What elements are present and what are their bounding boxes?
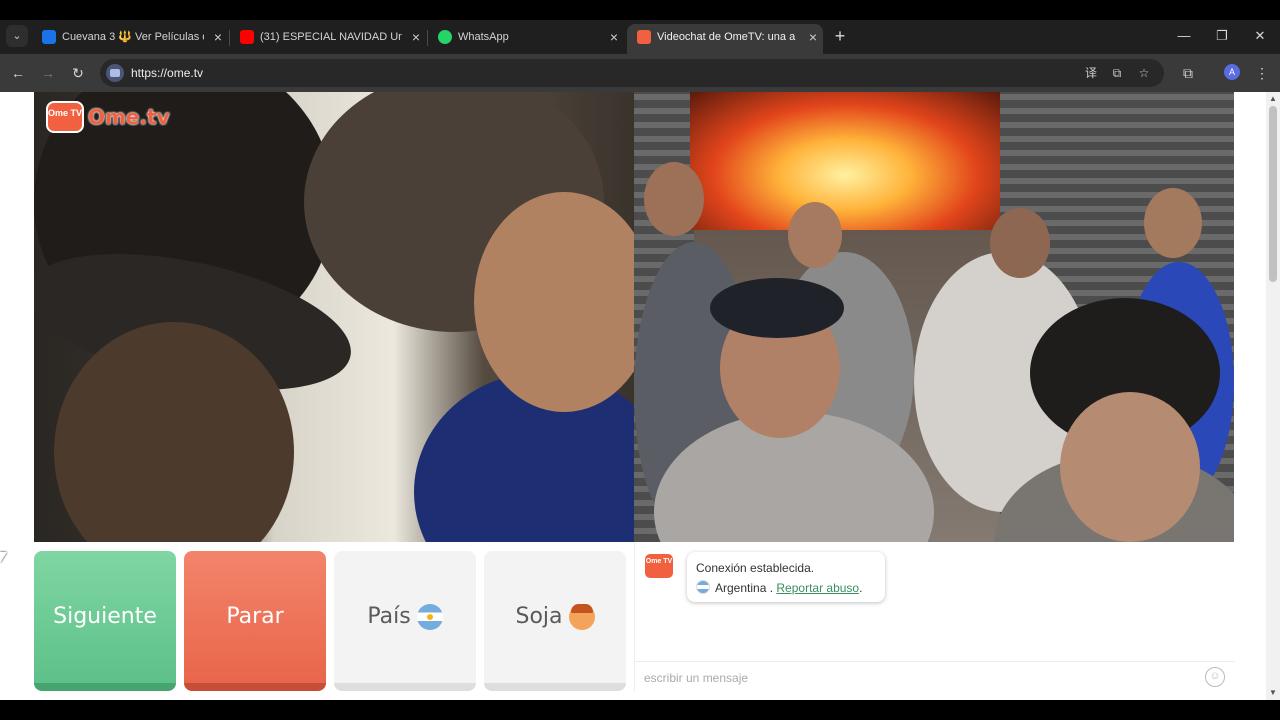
restore-button[interactable]: ❐ xyxy=(1212,26,1232,46)
tab-title: Videochat de OmeTV: una a xyxy=(657,31,796,43)
close-window-button[interactable]: ✕ xyxy=(1250,26,1270,46)
video-shape xyxy=(690,92,1000,230)
url-text[interactable]: https://ome.tv xyxy=(131,59,203,87)
system-message: Conexión establecida. Argentina . Report… xyxy=(687,552,885,602)
forward-button[interactable]: → xyxy=(38,63,58,83)
close-icon[interactable]: × xyxy=(610,24,618,50)
scroll-up-icon[interactable]: ▲ xyxy=(1269,94,1277,104)
stop-button[interactable]: Parar xyxy=(184,551,326,691)
tab-title: (31) ESPECIAL NAVIDAD Un Poc xyxy=(260,31,402,43)
ometv-tv-icon: Ome TV xyxy=(645,554,673,578)
argentina-flag-icon xyxy=(416,604,443,630)
page-scrollbar[interactable]: ▲ ▼ xyxy=(1266,92,1280,700)
cast-icon[interactable]: ⧉ xyxy=(1108,64,1126,82)
report-abuse-link[interactable]: Reportar abuso xyxy=(776,581,859,595)
ometv-page: Ome TV Ome.tv Siguiente Parar País Soja … xyxy=(0,92,1266,700)
tab-cuevana[interactable]: Cuevana 3 🔱 Ver Películas o Se × xyxy=(32,24,228,54)
country-filter-button[interactable]: País xyxy=(334,551,476,691)
stop-button-label: Parar xyxy=(226,604,284,629)
video-shape xyxy=(1144,188,1202,258)
video-shape xyxy=(710,278,844,338)
whatsapp-favicon-icon xyxy=(438,30,452,44)
tab-search-button[interactable]: ⌄ xyxy=(6,25,28,47)
next-button[interactable]: Siguiente xyxy=(34,551,176,691)
connection-status-text: Conexión establecida. xyxy=(696,561,815,575)
close-icon[interactable]: × xyxy=(809,24,817,50)
remote-video xyxy=(634,92,1234,542)
video-shape xyxy=(788,202,842,268)
close-icon[interactable]: × xyxy=(412,24,420,50)
back-button[interactable]: ← xyxy=(8,63,28,83)
chevron-down-icon: ⌄ xyxy=(12,30,22,42)
video-shape xyxy=(990,208,1050,278)
minimize-button[interactable]: — xyxy=(1174,26,1194,46)
emoji-icon[interactable]: ☺ xyxy=(1205,667,1225,687)
tab-title: WhatsApp xyxy=(458,31,509,43)
chat-panel: Ome TV Conexión establecida. Argentina .… xyxy=(634,542,1235,692)
scrollbar-thumb[interactable] xyxy=(1269,106,1277,282)
reload-button[interactable]: ↻ xyxy=(68,63,88,83)
argentina-flag-icon xyxy=(696,580,710,594)
gender-button-label: Soja xyxy=(515,604,563,629)
cuevana-favicon-icon xyxy=(42,30,56,44)
menu-icon[interactable]: ⋮ xyxy=(1252,63,1272,83)
next-button-label: Siguiente xyxy=(53,604,157,629)
address-bar[interactable]: https://ome.tv 译 ⧉ ☆ xyxy=(100,59,1164,87)
extensions-icon[interactable]: ⧉ xyxy=(1178,63,1198,83)
ometv-favicon-icon xyxy=(637,30,651,44)
logo-text: Ome.tv xyxy=(88,105,170,129)
message-bar: ☺ xyxy=(635,661,1235,692)
mouse-cursor-icon xyxy=(0,552,7,563)
video-shape xyxy=(1060,392,1200,542)
partner-country: Argentina . xyxy=(715,581,774,595)
report-suffix: . xyxy=(859,581,863,595)
gender-filter-button[interactable]: Soja xyxy=(484,551,626,691)
local-video: Ome TV Ome.tv xyxy=(34,92,634,542)
partner-country-line: Argentina . Reportar abuso. xyxy=(696,578,876,598)
browser-toolbar: ← → ↻ https://ome.tv 译 ⧉ ☆ ⧉ A ⋮ xyxy=(0,54,1280,92)
new-tab-button[interactable]: + xyxy=(830,26,850,46)
tab-title: Cuevana 3 🔱 Ver Películas o Se xyxy=(62,31,204,43)
screen: ⌄ Cuevana 3 🔱 Ver Películas o Se × (31) … xyxy=(0,0,1280,720)
site-info-icon[interactable] xyxy=(106,64,124,82)
tab-youtube[interactable]: (31) ESPECIAL NAVIDAD Un Poc × xyxy=(230,24,426,54)
tab-whatsapp[interactable]: WhatsApp × xyxy=(428,24,624,54)
close-icon[interactable]: × xyxy=(214,24,222,50)
country-button-label: País xyxy=(367,604,411,629)
video-shape xyxy=(644,162,704,236)
tab-strip: ⌄ Cuevana 3 🔱 Ver Películas o Se × (31) … xyxy=(0,20,1280,54)
ometv-tv-icon: Ome TV xyxy=(46,101,84,133)
youtube-favicon-icon xyxy=(240,30,254,44)
scroll-down-icon[interactable]: ▼ xyxy=(1269,688,1277,698)
translate-icon[interactable]: 译 xyxy=(1082,64,1100,82)
message-input[interactable] xyxy=(644,668,1184,688)
tab-ometv[interactable]: Videochat de OmeTV: una a × xyxy=(627,24,823,54)
profile-avatar[interactable]: A xyxy=(1224,64,1240,80)
bookmark-star-icon[interactable]: ☆ xyxy=(1135,64,1153,82)
person-face-icon xyxy=(568,604,595,630)
